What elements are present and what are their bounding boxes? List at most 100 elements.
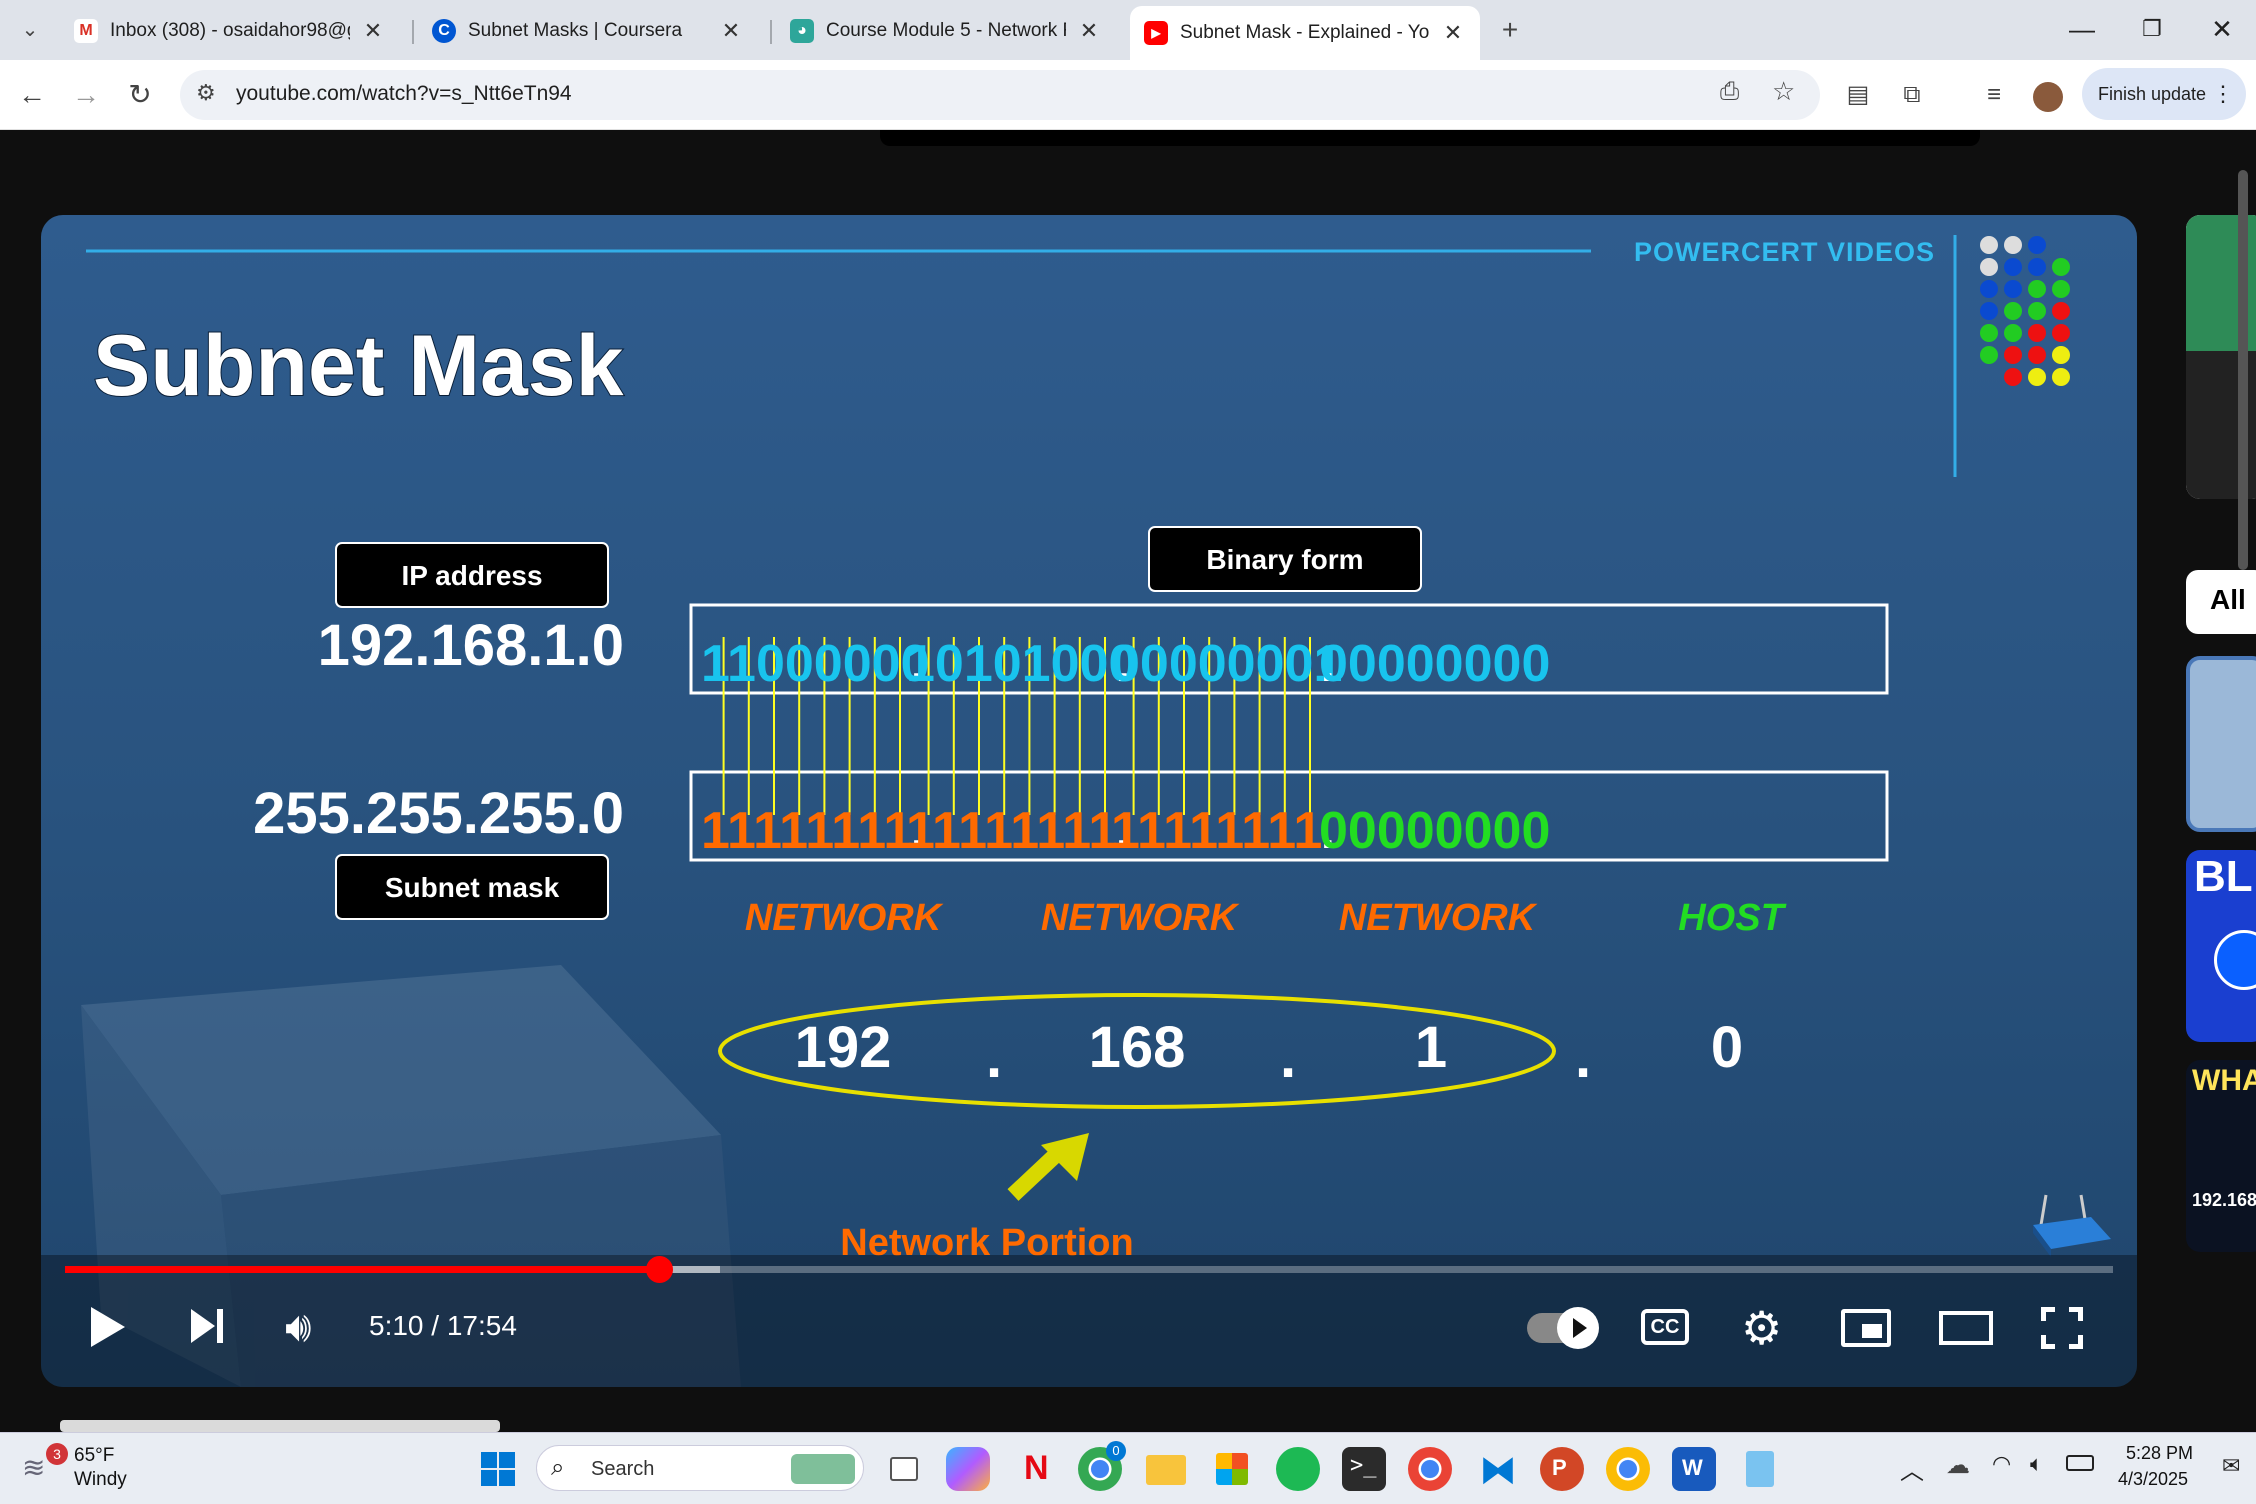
- scrubber-handle[interactable]: [645, 1256, 673, 1283]
- brand-dot: [2004, 280, 2022, 298]
- sidebar-thumbnail-3[interactable]: BL: [2186, 850, 2256, 1042]
- brand-dot: [2004, 236, 2022, 254]
- tab-coursera[interactable]: C Subnet Masks | Coursera ✕: [418, 8, 758, 54]
- tab-search-icon[interactable]: ⌄: [8, 8, 52, 52]
- chrome-icon[interactable]: 0: [1078, 1441, 1126, 1491]
- brand-text: POWERCERT VIDEOS: [1634, 237, 1935, 267]
- page-scrollbar[interactable]: [2238, 170, 2248, 570]
- volume-button[interactable]: 🔊︎: [285, 1303, 311, 1351]
- chip-all-label: All: [2210, 584, 2246, 615]
- tab-divider: [770, 20, 772, 44]
- install-app-icon[interactable]: ⎙: [1720, 78, 1739, 106]
- notepad-icon[interactable]: [1738, 1447, 1782, 1491]
- youtube-page: POWERCERT VIDEOS Subnet Mask IP address …: [0, 130, 2256, 1432]
- finish-update-button[interactable]: Finish update ⋮: [2082, 68, 2246, 120]
- settings-button[interactable]: ⚙: [1741, 1301, 1782, 1355]
- tab-strip: ⌄ M Inbox (308) - osaidahor98@gm ✕ C Sub…: [0, 0, 2256, 60]
- video-top-edge: [880, 130, 1980, 146]
- mask-binary-octet: 11111111: [701, 802, 912, 860]
- theater-mode-button[interactable]: [1939, 1311, 1993, 1345]
- miniplayer-button[interactable]: [1841, 1309, 1891, 1347]
- tab-course-module[interactable]: ◕ Course Module 5 - Network Fla ✕: [776, 8, 1116, 54]
- brand-dot: [1980, 302, 1998, 320]
- copilot-icon[interactable]: [946, 1447, 990, 1491]
- spotify-icon[interactable]: [1276, 1447, 1320, 1491]
- notifications-icon[interactable]: ✉: [2222, 1453, 2240, 1479]
- progress-bar[interactable]: [65, 1256, 2113, 1283]
- vscode-icon[interactable]: ⧓: [1474, 1447, 1518, 1491]
- tab-title: Subnet Masks | Coursera: [468, 20, 683, 41]
- close-icon[interactable]: ✕: [1076, 18, 1102, 44]
- security-icon[interactable]: ☁: [1946, 1451, 1970, 1480]
- bluetooth-icon: [2214, 930, 2256, 990]
- bookmark-star-icon[interactable]: ☆: [1772, 76, 1795, 107]
- octet-dot: .: [986, 1025, 1002, 1090]
- extensions-icon[interactable]: ⧉: [1890, 73, 1934, 117]
- chrome-active-icon[interactable]: [1606, 1447, 1650, 1491]
- tab-gmail[interactable]: M Inbox (308) - osaidahor98@gm ✕: [60, 8, 400, 54]
- microsoft-store-icon[interactable]: [1210, 1447, 1254, 1491]
- battery-icon[interactable]: [2066, 1455, 2094, 1471]
- site-info-icon[interactable]: ⚙: [196, 80, 216, 106]
- brand-dot: [2052, 368, 2070, 386]
- weather-icon: ≋: [22, 1452, 46, 1483]
- sidebar-thumbnail-2[interactable]: [2186, 656, 2256, 832]
- chrome-badge: 0: [1106, 1441, 1126, 1461]
- reading-list-icon[interactable]: ▤: [1836, 73, 1880, 117]
- weather-description: Windy: [74, 1469, 127, 1490]
- autoplay-toggle[interactable]: [1527, 1307, 1599, 1349]
- menu-kebab-icon: ⋮: [2212, 81, 2234, 106]
- subnet-mask-label: Subnet mask: [385, 872, 560, 903]
- video-player[interactable]: POWERCERT VIDEOS Subnet Mask IP address …: [41, 215, 2137, 1387]
- taskbar-search[interactable]: ⌕ Search: [536, 1445, 864, 1491]
- media-controls-icon[interactable]: ≡: [1972, 73, 2016, 117]
- next-button[interactable]: [191, 1307, 231, 1347]
- close-icon[interactable]: ✕: [360, 18, 386, 44]
- browser-toolbar: ← → ↻ ⚙ youtube.com/watch?v=s_Ntt6eTn94 …: [0, 60, 2256, 130]
- powerpoint-icon[interactable]: P: [1540, 1447, 1584, 1491]
- forward-icon[interactable]: →: [64, 73, 108, 117]
- tab-youtube[interactable]: ▶ Subnet Mask - Explained - YouT ✕: [1130, 6, 1480, 60]
- clock-time[interactable]: 5:28 PM: [2126, 1443, 2193, 1464]
- search-icon: ⌕: [551, 1454, 565, 1481]
- minimize-icon[interactable]: —: [2052, 10, 2112, 48]
- netflix-icon[interactable]: N: [1012, 1447, 1056, 1491]
- start-button[interactable]: [476, 1447, 520, 1491]
- back-icon[interactable]: ←: [10, 73, 54, 117]
- restore-icon[interactable]: ❐: [2122, 10, 2182, 48]
- brand-dot: [2028, 368, 2046, 386]
- tab-divider: [412, 20, 414, 44]
- chrome-profile-icon[interactable]: [1408, 1447, 1452, 1491]
- ip-binary-octet: 10101000: [906, 635, 1137, 693]
- captions-button[interactable]: CC: [1641, 1309, 1689, 1345]
- window-close-icon[interactable]: ✕: [2192, 10, 2252, 48]
- weather-widget[interactable]: ≋ 3 65°F Windy: [22, 1443, 172, 1495]
- octet-row: 192. 168. 1. 0: [795, 1015, 1744, 1090]
- brand-dot: [2028, 280, 2046, 298]
- clock-date[interactable]: 4/3/2025: [2118, 1469, 2188, 1490]
- file-explorer-icon[interactable]: [1144, 1447, 1188, 1491]
- ip-address-label: IP address: [401, 560, 542, 591]
- portion-label: HOST: [1678, 897, 1786, 939]
- new-tab-icon[interactable]: +: [1488, 8, 1532, 52]
- windows-taskbar: ≋ 3 65°F Windy ⌕ Search N 0 >_ ⧓ P W ︿ ☁…: [0, 1432, 2256, 1504]
- wifi-icon[interactable]: ◠: [1992, 1451, 2011, 1477]
- profile-avatar[interactable]: [2026, 73, 2070, 117]
- chip-all[interactable]: All: [2186, 570, 2256, 634]
- reload-icon[interactable]: ↻: [118, 73, 162, 117]
- close-icon[interactable]: ✕: [718, 18, 744, 44]
- show-hidden-icons[interactable]: ︿: [1900, 1451, 1924, 1486]
- brand-dot: [2028, 302, 2046, 320]
- thumb-text: 192.168: [2192, 1190, 2256, 1210]
- youtube-icon: ▶: [1144, 21, 1168, 45]
- fullscreen-button[interactable]: [2041, 1307, 2083, 1349]
- terminal-icon[interactable]: >_: [1342, 1447, 1386, 1491]
- address-bar[interactable]: ⚙ youtube.com/watch?v=s_Ntt6eTn94 ⎙ ☆: [180, 70, 1820, 120]
- task-view-icon[interactable]: [882, 1447, 926, 1491]
- close-icon[interactable]: ✕: [1440, 20, 1466, 46]
- play-button[interactable]: [91, 1307, 125, 1347]
- tab-title: Inbox (308) - osaidahor98@gm: [110, 20, 350, 41]
- word-icon[interactable]: W: [1672, 1447, 1716, 1491]
- sidebar-thumbnail-4[interactable]: WHA 192.168: [2186, 1060, 2256, 1252]
- volume-tray-icon[interactable]: 🔈︎: [2030, 1451, 2043, 1477]
